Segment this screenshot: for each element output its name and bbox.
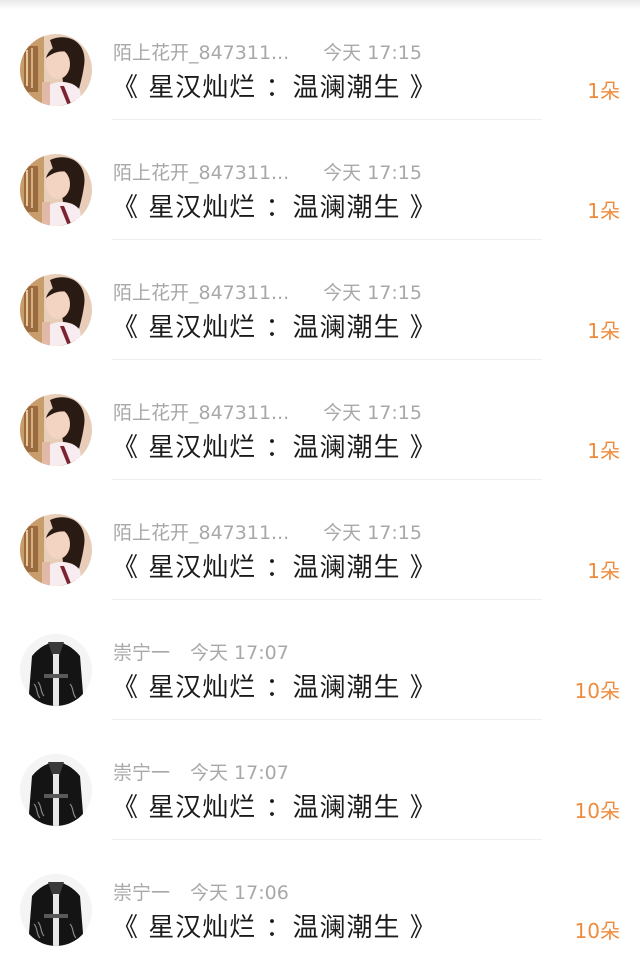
username[interactable]: 崇宁一 — [113, 762, 170, 784]
gift-row[interactable]: 陌上花开_847311... 今天 17:15 《 星汉灿烂 ：温澜潮生 》 1朵 — [0, 120, 640, 240]
gift-meta: 陌上花开_847311... 今天 17:15 — [113, 401, 422, 425]
book-title[interactable]: 《 星汉灿烂 ：温澜潮生 》 — [112, 430, 437, 466]
book-title[interactable]: 《 星汉灿烂 ：温澜潮生 》 — [112, 910, 437, 946]
timestamp: 今天 17:15 — [323, 522, 422, 544]
black-robe-figure-icon[interactable] — [20, 754, 92, 826]
book-title[interactable]: 《 星汉灿烂 ：温澜潮生 》 — [112, 550, 437, 586]
gift-row[interactable]: 陌上花开_847311... 今天 17:15 《 星汉灿烂 ：温澜潮生 》 1朵 — [0, 360, 640, 480]
black-robe-figure-icon[interactable] — [20, 874, 92, 946]
username[interactable]: 陌上花开_847311... — [113, 162, 289, 184]
girl-portrait-icon[interactable] — [20, 514, 92, 586]
timestamp: 今天 17:15 — [323, 282, 422, 304]
flower-count: 1朵 — [587, 319, 620, 343]
username[interactable]: 陌上花开_847311... — [113, 42, 289, 64]
username[interactable]: 陌上花开_847311... — [113, 282, 289, 304]
gift-row[interactable]: 陌上花开_847311... 今天 17:15 《 星汉灿烂 ：温澜潮生 》 1朵 — [0, 240, 640, 360]
gift-meta: 陌上花开_847311... 今天 17:15 — [113, 521, 422, 545]
timestamp: 今天 17:15 — [323, 402, 422, 424]
username[interactable]: 崇宁一 — [113, 882, 170, 904]
timestamp: 今天 17:07 — [190, 642, 289, 664]
girl-portrait-icon[interactable] — [20, 394, 92, 466]
username[interactable]: 陌上花开_847311... — [113, 522, 289, 544]
flower-count: 1朵 — [587, 79, 620, 103]
flower-count: 1朵 — [587, 559, 620, 583]
gift-row[interactable]: 陌上花开_847311... 今天 17:15 《 星汉灿烂 ：温澜潮生 》 1朵 — [0, 480, 640, 600]
girl-portrait-icon[interactable] — [20, 274, 92, 346]
gift-meta: 崇宁一 今天 17:07 — [113, 641, 289, 665]
username[interactable]: 崇宁一 — [113, 642, 170, 664]
timestamp: 今天 17:15 — [323, 42, 422, 64]
timestamp: 今天 17:15 — [323, 162, 422, 184]
flower-count: 10朵 — [574, 919, 620, 943]
gift-meta: 陌上花开_847311... 今天 17:15 — [113, 281, 422, 305]
gift-meta: 陌上花开_847311... 今天 17:15 — [113, 41, 422, 65]
book-title[interactable]: 《 星汉灿烂 ：温澜潮生 》 — [112, 70, 437, 106]
timestamp: 今天 17:06 — [190, 882, 289, 904]
flower-count: 10朵 — [574, 799, 620, 823]
flower-count: 1朵 — [587, 439, 620, 463]
gift-meta: 陌上花开_847311... 今天 17:15 — [113, 161, 422, 185]
gift-row[interactable]: 崇宁一 今天 17:07 《 星汉灿烂 ：温澜潮生 》 10朵 — [0, 600, 640, 720]
gift-row[interactable]: 崇宁一 今天 17:07 《 星汉灿烂 ：温澜潮生 》 10朵 — [0, 720, 640, 840]
flower-count: 10朵 — [574, 679, 620, 703]
black-robe-figure-icon[interactable] — [20, 634, 92, 706]
book-title[interactable]: 《 星汉灿烂 ：温澜潮生 》 — [112, 670, 437, 706]
book-title[interactable]: 《 星汉灿烂 ：温澜潮生 》 — [112, 310, 437, 346]
book-title[interactable]: 《 星汉灿烂 ：温澜潮生 》 — [112, 790, 437, 826]
gift-row[interactable]: 陌上花开_847311... 今天 17:15 《 星汉灿烂 ：温澜潮生 》 1朵 — [0, 0, 640, 120]
girl-portrait-icon[interactable] — [20, 154, 92, 226]
username[interactable]: 陌上花开_847311... — [113, 402, 289, 424]
book-title[interactable]: 《 星汉灿烂 ：温澜潮生 》 — [112, 190, 437, 226]
girl-portrait-icon[interactable] — [20, 34, 92, 106]
gift-meta: 崇宁一 今天 17:07 — [113, 761, 289, 785]
flower-count: 1朵 — [587, 199, 620, 223]
gift-row[interactable]: 崇宁一 今天 17:06 《 星汉灿烂 ：温澜潮生 》 10朵 — [0, 840, 640, 960]
timestamp: 今天 17:07 — [190, 762, 289, 784]
gift-meta: 崇宁一 今天 17:06 — [113, 881, 289, 905]
